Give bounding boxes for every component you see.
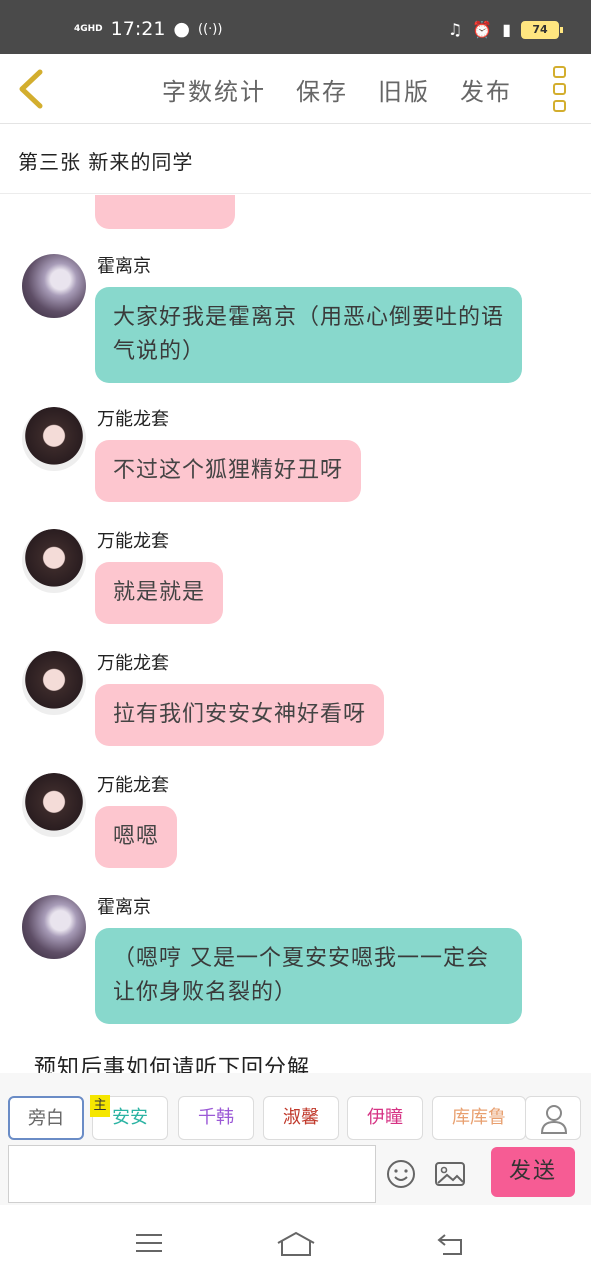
speaker-name: 万能龙套 (97, 653, 169, 674)
message-input[interactable] (8, 1145, 376, 1203)
top-bar: 字数统计 保存 旧版 发布 (0, 54, 591, 124)
publish-button[interactable]: 发布 (460, 72, 512, 107)
message-bubble[interactable]: 拉有我们安安女神好看呀 (95, 684, 385, 746)
more-vertical-icon[interactable] (553, 66, 569, 112)
speaker-name: 霍离京 (97, 897, 151, 918)
chapter-header: 第三张 新来的同学 (0, 124, 591, 194)
send-button[interactable]: 发送 (491, 1147, 575, 1197)
avatar[interactable] (22, 773, 86, 837)
role-label: 淑馨 (283, 1107, 319, 1128)
status-right: ♫ ⏰ ▮ 74 (447, 20, 563, 39)
signal-icon: ((·)) (198, 21, 223, 37)
role-yitong[interactable]: 伊瞳 (347, 1096, 423, 1140)
role-label: 旁白 (28, 1108, 64, 1129)
speaker-name: 万能龙套 (97, 531, 169, 552)
back-button[interactable] (12, 66, 52, 112)
image-icon[interactable] (434, 1161, 466, 1187)
top-actions: 字数统计 保存 旧版 发布 (162, 72, 512, 107)
status-bar: 4GHD 17:21 ● ((·)) ♫ ⏰ ▮ 74 (0, 0, 591, 54)
message-bubble[interactable]: 不过这个狐狸精好丑呀 (95, 440, 362, 502)
emoji-icon[interactable] (386, 1159, 416, 1189)
speaker-name: 万能龙套 (97, 775, 169, 796)
role-label: 库库鲁 (452, 1107, 506, 1128)
avatar[interactable] (22, 895, 86, 959)
role-bar: 旁白 安安 主 千韩 淑馨 伊瞳 库库鲁 (0, 1073, 591, 1145)
save-button[interactable]: 保存 (296, 72, 348, 107)
message-bubble[interactable]: 就是就是 (95, 562, 224, 624)
ending-text[interactable]: 预知后事如何请听下回分解 (34, 1050, 310, 1073)
battery-icon: 74 (521, 20, 563, 39)
role-label: 千韩 (198, 1107, 234, 1128)
main-character-badge: 主 (90, 1095, 110, 1117)
message-bubble[interactable]: 对呀对呀 (95, 195, 235, 229)
speaker-name: 万能龙套 (97, 409, 169, 430)
user-icon (540, 1105, 568, 1134)
role-narrator[interactable]: 旁白 (8, 1096, 84, 1140)
role-label: 安安 (112, 1107, 148, 1128)
word-count-button[interactable]: 字数统计 (162, 72, 266, 107)
status-left: 4GHD 17:21 ● ((·)) (74, 18, 222, 40)
chapter-title[interactable]: 第三张 新来的同学 (18, 146, 193, 175)
role-shuxin[interactable]: 淑馨 (263, 1096, 339, 1140)
avatar[interactable] (22, 651, 86, 715)
role-label: 伊瞳 (367, 1107, 403, 1128)
role-qianhan[interactable]: 千韩 (178, 1096, 254, 1140)
system-nav-bar (0, 1205, 591, 1280)
avatar[interactable] (22, 254, 86, 318)
chevron-left-icon (19, 69, 43, 109)
alarm-icon: ⏰ (472, 20, 493, 39)
message-bubble[interactable]: （嗯哼 又是一个夏安安嗯我一一定会让你身败名裂的） (95, 928, 522, 1024)
speaker-name: 霍离京 (97, 256, 151, 277)
back-icon[interactable] (435, 1231, 467, 1257)
flame-icon: ● (173, 18, 191, 40)
avatar[interactable] (22, 407, 86, 471)
role-kukulu[interactable]: 库库鲁 (432, 1096, 526, 1140)
avatar[interactable] (22, 529, 86, 593)
network-indicator: 4GHD (74, 23, 103, 34)
user-button[interactable] (525, 1096, 581, 1140)
message-bubble[interactable]: 大家好我是霍离京（用恶心倒要吐的语气说的） (95, 287, 522, 383)
old-version-button[interactable]: 旧版 (378, 72, 430, 107)
headphone-icon: ♫ (447, 20, 463, 39)
status-time: 17:21 (110, 18, 166, 40)
input-row: 发送 (0, 1145, 591, 1205)
message-bubble[interactable]: 嗯嗯 (95, 806, 178, 868)
vibrate-icon: ▮ (502, 20, 511, 39)
chat-area[interactable]: 对呀对呀 霍离京 大家好我是霍离京（用恶心倒要吐的语气说的） 万能龙套 不过这个… (0, 195, 591, 1073)
home-icon[interactable] (276, 1231, 316, 1257)
menu-icon[interactable] (134, 1231, 164, 1255)
